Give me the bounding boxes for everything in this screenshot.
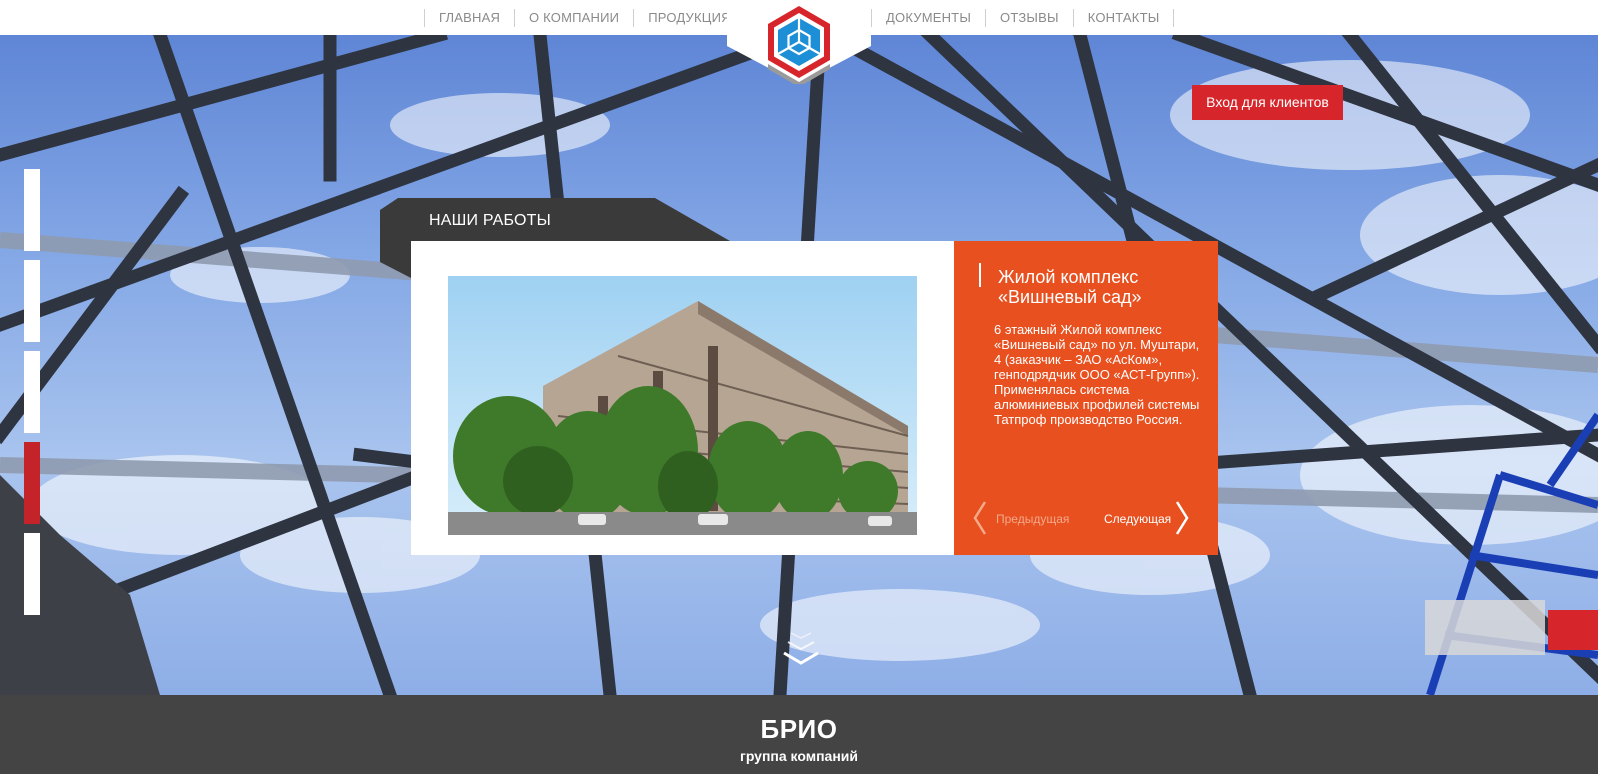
project-title: Жилой комплекс «Вишневый сад» xyxy=(998,267,1142,307)
project-photo xyxy=(448,276,917,535)
site-footer: БРИО группа компаний xyxy=(0,695,1598,774)
footer-subtitle: группа компаний xyxy=(739,748,859,764)
chevron-right-icon[interactable] xyxy=(1174,500,1190,536)
side-nav-item[interactable] xyxy=(24,351,40,433)
scroll-down-icon[interactable] xyxy=(781,631,821,671)
title-accent-bar xyxy=(979,263,981,287)
logo[interactable] xyxy=(727,0,871,84)
slider-side-nav xyxy=(24,169,40,624)
prev-link[interactable]: Предыдущая xyxy=(996,512,1069,526)
nav-left: ГЛАВНАЯ О КОМПАНИИ ПРОДУКЦИЯ xyxy=(424,0,746,35)
nav-item-documents[interactable]: ДОКУМЕНТЫ xyxy=(871,8,985,27)
client-login-button[interactable]: Вход для клиентов xyxy=(1192,85,1343,120)
chevron-left-icon[interactable] xyxy=(972,500,988,536)
side-nav-item-active[interactable] xyxy=(24,442,40,524)
project-description: 6 этажный Жилой комплекс «Вишневый сад» … xyxy=(994,322,1200,427)
nav-item-home[interactable]: ГЛАВНАЯ xyxy=(424,8,514,27)
nav-item-contacts[interactable]: КОНТАКТЫ xyxy=(1072,8,1175,27)
side-nav-item[interactable] xyxy=(24,533,40,615)
nav-right: ДОКУМЕНТЫ ОТЗЫВЫ КОНТАКТЫ xyxy=(871,0,1175,35)
side-nav-item[interactable] xyxy=(24,260,40,342)
section-title: НАШИ РАБОТЫ xyxy=(429,212,552,229)
side-nav-item[interactable] xyxy=(24,169,40,251)
footer-brand: БРИО xyxy=(760,714,838,744)
next-link[interactable]: Следующая xyxy=(1104,512,1171,526)
nav-item-about[interactable]: О КОМПАНИИ xyxy=(514,8,633,27)
nav-item-reviews[interactable]: ОТЗЫВЫ xyxy=(985,8,1073,27)
